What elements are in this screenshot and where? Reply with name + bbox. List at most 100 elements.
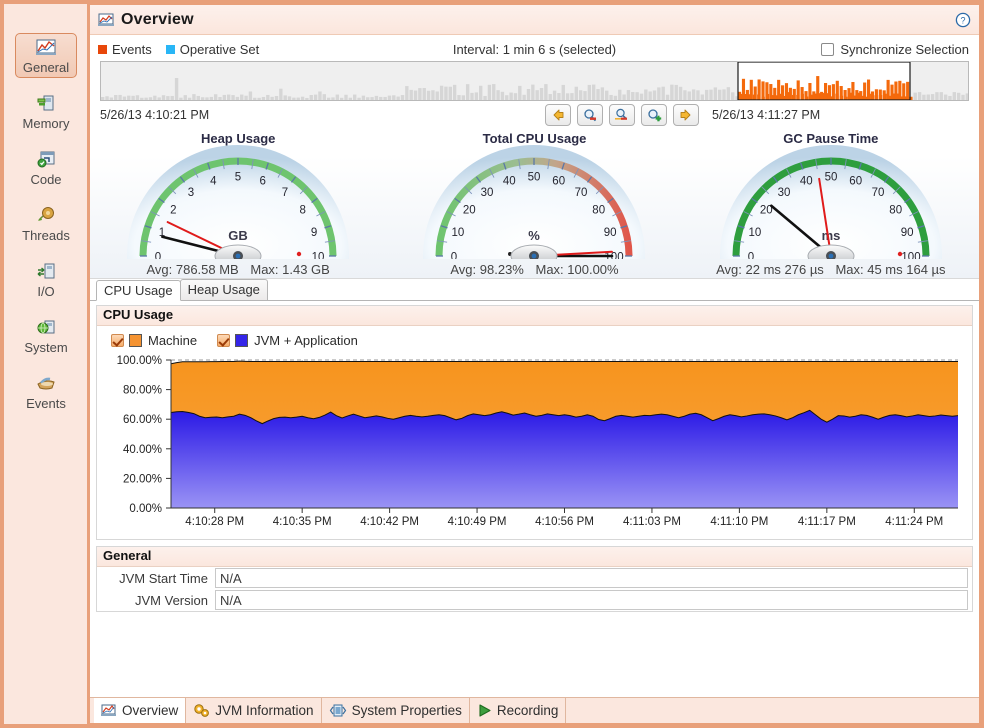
footer-tab-label: Overview [122, 703, 179, 718]
svg-text:2: 2 [170, 205, 176, 217]
svg-text:70: 70 [871, 187, 884, 199]
timeline-strip[interactable] [100, 61, 969, 101]
timeline-histogram[interactable] [101, 62, 969, 100]
footer-tabstrip: Overview JVM Information System Properti… [90, 697, 979, 723]
property-value[interactable]: N/A [215, 568, 968, 588]
gauge-stats: Avg: 98.23% Max: 100.00% [386, 262, 682, 277]
svg-text:100.00%: 100.00% [117, 355, 162, 367]
events-swatch [98, 44, 107, 54]
svg-text:0.00%: 0.00% [129, 503, 162, 515]
chart-tabstrip: CPU Usage Heap Usage [90, 279, 979, 301]
sidebar-item-general[interactable]: General [4, 30, 88, 82]
svg-text:7: 7 [282, 187, 288, 199]
svg-text:4:11:10 PM: 4:11:10 PM [710, 516, 768, 528]
sidebar-item-label: Threads [22, 228, 70, 243]
code-window-icon [16, 149, 76, 171]
footer-tab-recording[interactable]: Recording [470, 698, 567, 723]
svg-text:4:11:24 PM: 4:11:24 PM [885, 516, 943, 528]
sidebar-item-memory[interactable]: Memory [4, 86, 88, 138]
general-card-header: General [97, 547, 972, 567]
svg-text:8: 8 [300, 205, 306, 217]
application-window: General Memory Code Threads I/O System E… [0, 0, 984, 728]
table-row: JVM Version N/A [97, 589, 972, 611]
legend-operative-set: Operative Set [165, 41, 260, 57]
svg-text:80.00%: 80.00% [123, 385, 162, 397]
legend-events: Events [98, 42, 152, 57]
sidebar-item-label: Memory [22, 116, 70, 131]
svg-text:70: 70 [575, 187, 588, 199]
svg-text:90: 90 [901, 227, 914, 239]
footer-tab-jvm-information[interactable]: JVM Information [186, 698, 322, 723]
events-basket-icon [16, 373, 76, 395]
svg-text:0: 0 [155, 252, 161, 260]
series-toggle-jvm-application[interactable]: JVM + Application [217, 333, 358, 348]
timeline-legend-row: Events Operative Set Interval: 1 min 6 s… [90, 35, 979, 61]
zoom-out-button[interactable] [577, 104, 603, 126]
series-toggle-machine[interactable]: Machine [111, 333, 197, 348]
gauge-max: Max: 45 ms 164 µs [835, 262, 946, 277]
synchronize-selection-checkbox[interactable]: Synchronize Selection [821, 42, 969, 57]
legend-events-label: Events [112, 41, 152, 57]
svg-text:30: 30 [777, 187, 790, 199]
svg-text:4:10:56 PM: 4:10:56 PM [535, 516, 594, 528]
synchronize-selection-label: Synchronize Selection [840, 41, 969, 57]
svg-text:3: 3 [188, 187, 194, 199]
property-key: JVM Version [135, 592, 208, 608]
play-triangle-icon [477, 703, 492, 718]
system-globe-icon [16, 317, 76, 339]
footer-tab-overview[interactable]: Overview [94, 698, 187, 723]
zoom-fit-button[interactable] [609, 104, 635, 126]
svg-text:4:10:49 PM: 4:10:49 PM [448, 516, 507, 528]
svg-text:50: 50 [824, 172, 837, 184]
svg-text:ms: ms [821, 228, 840, 243]
page-title: Overview [121, 10, 194, 28]
chart-page-icon [98, 12, 115, 28]
gauge-max: Max: 100.00% [535, 262, 619, 277]
zoom-in-button[interactable] [641, 104, 667, 126]
svg-text:90: 90 [604, 227, 617, 239]
machine-checkbox[interactable] [111, 333, 124, 347]
help-icon[interactable]: ? [955, 12, 971, 28]
svg-text:4: 4 [210, 175, 217, 187]
gauge-stats: Avg: 786.58 MB Max: 1.43 GB [90, 262, 386, 277]
footer-tab-system-properties[interactable]: System Properties [322, 698, 470, 723]
svg-text:GB: GB [228, 228, 248, 243]
legend-operative-set-label: Operative Set [179, 41, 260, 57]
checkbox-box[interactable] [821, 42, 835, 56]
sidebar-item-label: Code [30, 172, 62, 187]
jvm-application-checkbox[interactable] [217, 333, 231, 347]
sidebar-item-threads[interactable]: Threads [4, 198, 88, 250]
gauges-row: Heap Usage 0 1 2 3 4 5 6 7 8 9 10 GB Avg… [90, 129, 979, 279]
footer-tab-label: Recording [496, 703, 559, 718]
cpu-usage-card-header: CPU Usage [97, 306, 972, 326]
svg-text:4:10:28 PM: 4:10:28 PM [185, 516, 244, 528]
gauge-avg: Avg: 786.58 MB [146, 262, 239, 277]
pan-right-button[interactable] [673, 104, 699, 126]
svg-text:%: % [529, 228, 541, 243]
svg-text:10: 10 [312, 252, 325, 260]
gauge-stats: Avg: 22 ms 276 µs Max: 45 ms 164 µs [683, 262, 979, 277]
sidebar-item-io[interactable]: I/O [4, 254, 88, 306]
sidebar-item-label: I/O [37, 284, 55, 299]
tab-cpu-usage[interactable]: CPU Usage [96, 280, 181, 301]
svg-text:60: 60 [849, 175, 862, 187]
tab-heap-usage[interactable]: Heap Usage [179, 279, 268, 300]
pan-left-button[interactable] [545, 104, 571, 126]
cpu-usage-series-toggles: Machine JVM + Application [97, 326, 972, 354]
sidebar-item-code[interactable]: Code [4, 142, 88, 194]
property-key: JVM Start Time [119, 570, 208, 586]
cpu-usage-chart[interactable]: 0.00% 20.00% 40.00% 60.00% 80.00% 100.00% 4:10… [99, 354, 968, 534]
main-panel: Overview ? Events Operative Set Interval… [89, 4, 980, 724]
overview-chart-icon [101, 703, 117, 718]
svg-text:5: 5 [235, 172, 241, 184]
operative-set-swatch [165, 44, 175, 54]
property-value[interactable]: N/A [215, 590, 968, 610]
svg-text:4:10:35 PM: 4:10:35 PM [273, 516, 332, 528]
machine-color-swatch [129, 333, 142, 347]
panel-titlebar: Overview ? [90, 5, 979, 35]
sidebar-item-system[interactable]: System [4, 310, 88, 362]
svg-text:30: 30 [481, 187, 494, 199]
gauge-gc-pause-time: GC Pause Time 0 10 20 30 40 50 60 70 80 90 100 ms … [683, 129, 979, 278]
svg-text:10: 10 [748, 227, 761, 239]
sidebar-item-events[interactable]: Events [4, 366, 88, 418]
